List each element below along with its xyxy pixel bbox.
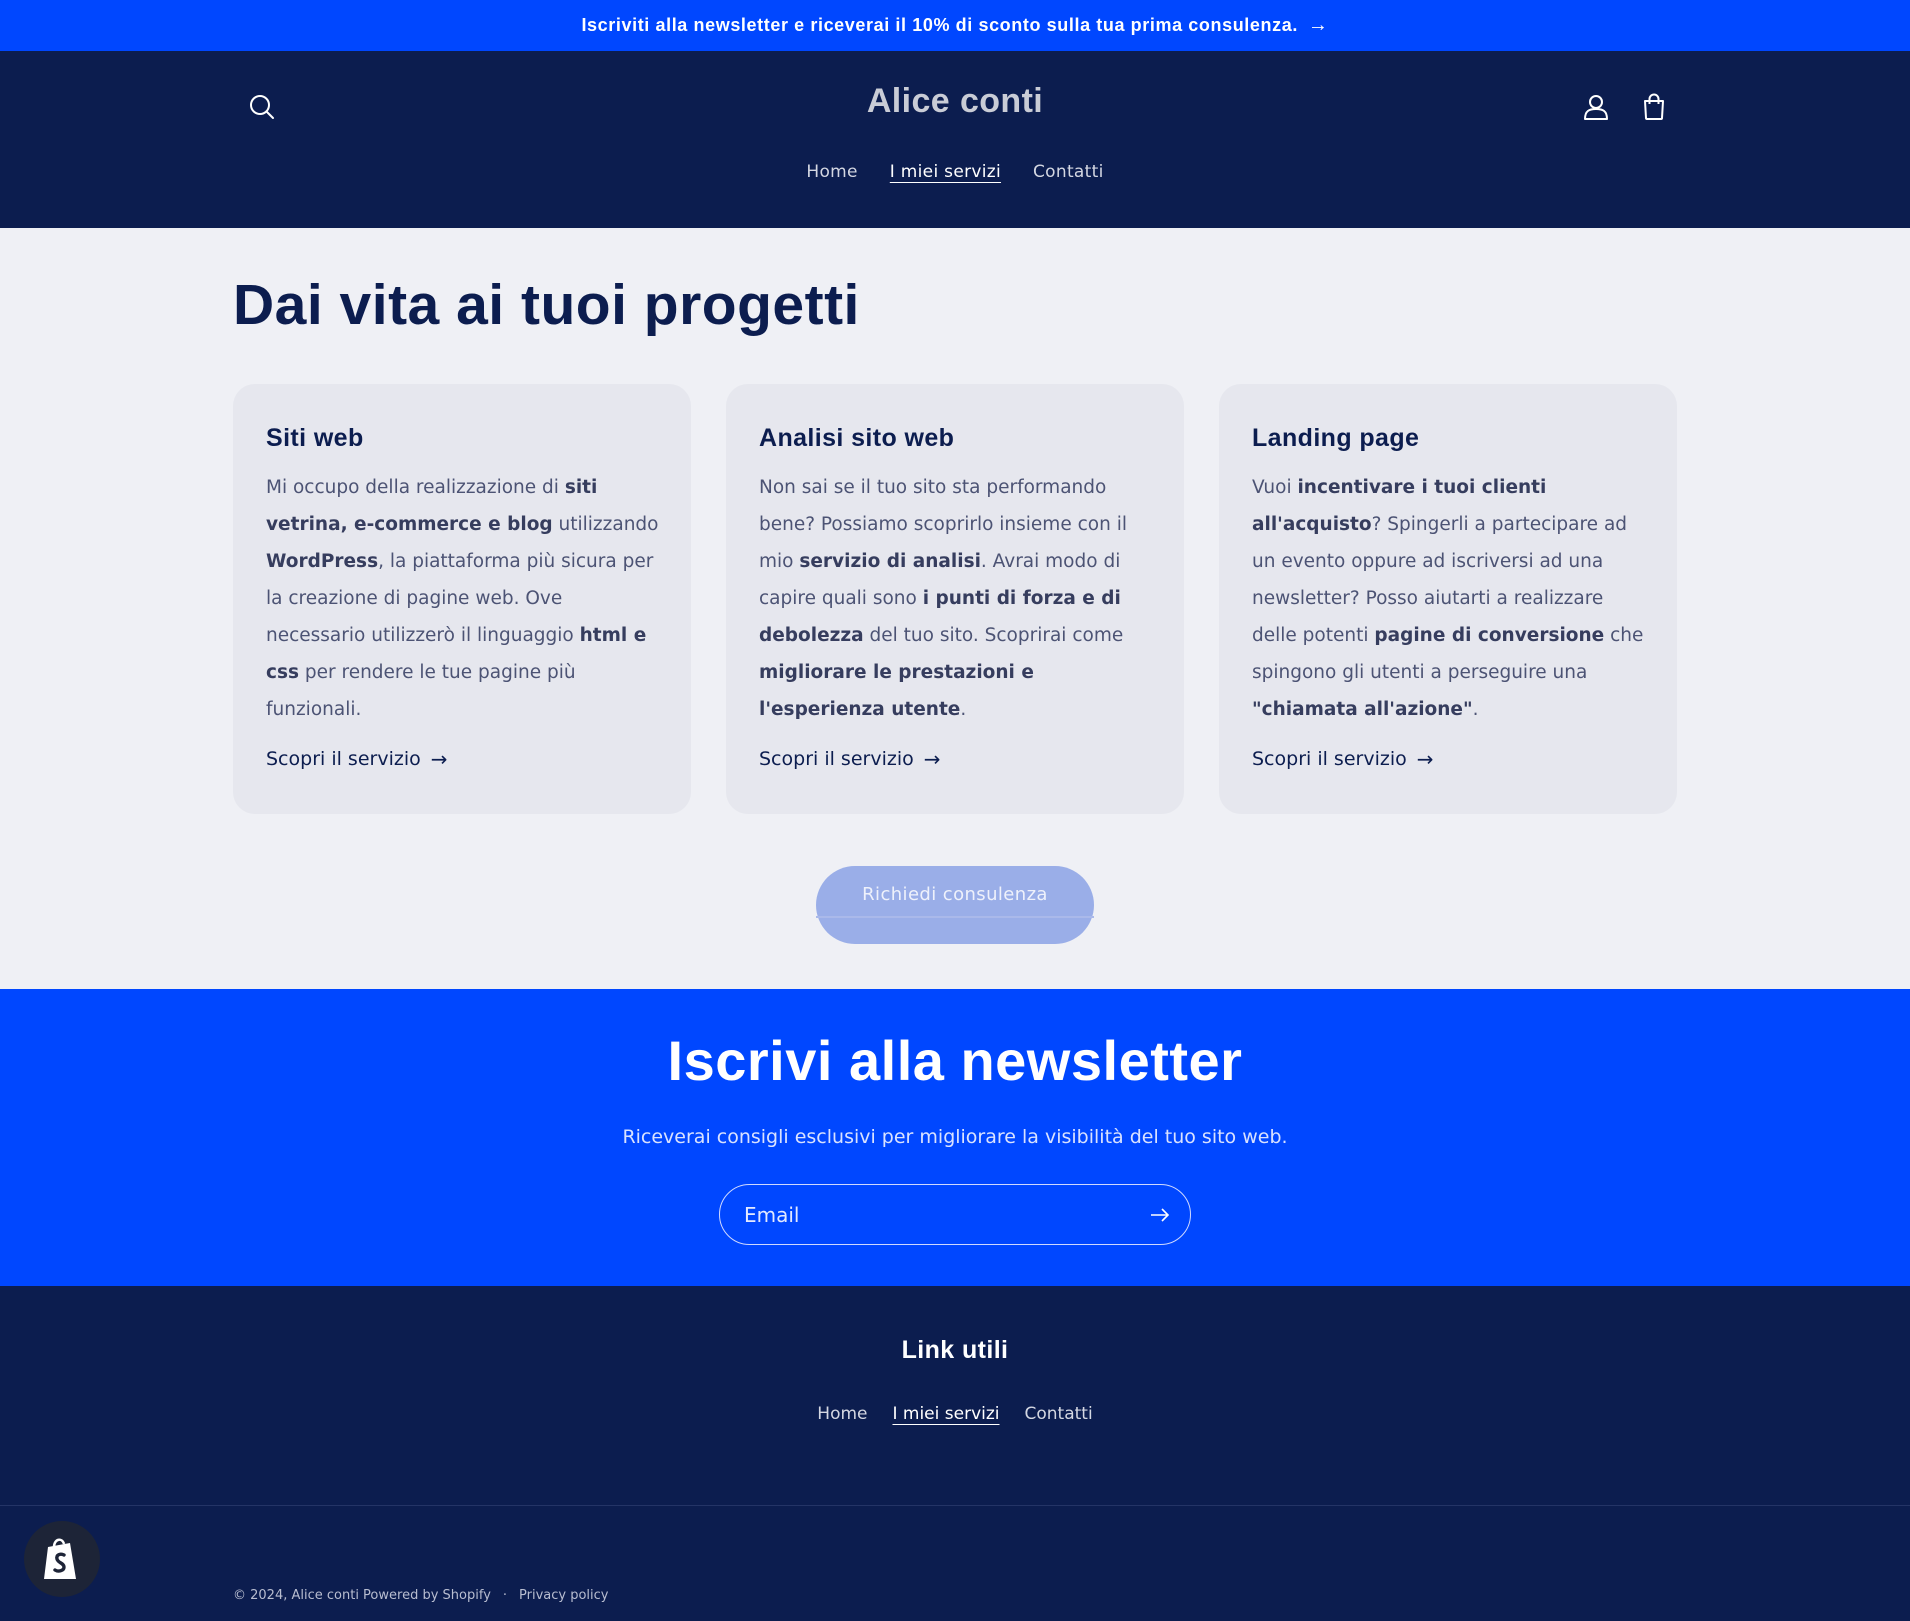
copyright: © 2024, Alice conti Powered by Shopify ·… xyxy=(233,1588,609,1603)
body-bold-text: migliorare le prestazioni e l'esperienza… xyxy=(759,662,1034,720)
arrow-right-icon: → xyxy=(430,747,448,771)
main-nav: Home I miei servizi Contatti xyxy=(0,162,1910,182)
nav-contatti[interactable]: Contatti xyxy=(1033,162,1104,182)
footer-nav: Home I miei servizi Contatti xyxy=(0,1404,1910,1424)
card-body: Non sai se il tuo sito sta performando b… xyxy=(759,469,1154,728)
link-label: Scopri il servizio xyxy=(1252,748,1407,770)
account-icon[interactable] xyxy=(1578,89,1614,125)
arrow-right-icon: → xyxy=(1307,14,1329,36)
newsletter-title: Iscrivi alla newsletter xyxy=(667,1029,1243,1092)
body-bold-text: pagine di conversione xyxy=(1374,625,1605,646)
body-bold-text: servizio di analisi xyxy=(799,551,981,572)
nav-servizi[interactable]: I miei servizi xyxy=(890,162,1001,182)
footer-nav-contatti[interactable]: Contatti xyxy=(1025,1404,1093,1424)
arrow-right-icon: → xyxy=(923,747,941,771)
footer-title: Link utili xyxy=(901,1336,1009,1364)
body-text: Vuoi xyxy=(1252,477,1298,498)
separator: · xyxy=(502,1588,508,1603)
site-footer: Link utili Home I miei servizi Contatti … xyxy=(0,1286,1910,1621)
privacy-policy-link[interactable]: Privacy policy xyxy=(519,1588,608,1603)
scopri-servizio-link[interactable]: Scopri il servizio → xyxy=(1252,747,1433,771)
service-card-analisi: Analisi sito web Non sai se il tuo sito … xyxy=(726,384,1184,814)
body-bold-text: WordPress xyxy=(266,551,379,572)
body-text: utilizzando xyxy=(552,514,659,535)
service-card-siti-web: Siti web Mi occupo della realizzazione d… xyxy=(233,384,691,814)
body-text: del tuo sito. Scoprirai come xyxy=(863,625,1124,646)
link-label: Scopri il servizio xyxy=(759,748,914,770)
page-title: Dai vita ai tuoi progetti xyxy=(233,273,860,337)
card-body: Mi occupo della realizzazione di siti ve… xyxy=(266,469,661,728)
body-text: . xyxy=(960,699,967,720)
arrow-right-icon: → xyxy=(1416,747,1434,771)
service-card-landing: Landing page Vuoi incentivare i tuoi cli… xyxy=(1219,384,1677,814)
body-text: per rendere le tue pagine più funzionali… xyxy=(266,662,576,720)
body-bold-text: "chiamata all'azione" xyxy=(1252,699,1473,720)
link-label: Scopri il servizio xyxy=(266,748,421,770)
footer-nav-home[interactable]: Home xyxy=(817,1404,867,1424)
card-body: Vuoi incentivare i tuoi clienti all'acqu… xyxy=(1252,469,1647,728)
richiedi-consulenza-button[interactable]: Richiedi consulenza xyxy=(816,866,1094,944)
shopify-logo-icon xyxy=(44,1538,76,1579)
cart-icon[interactable] xyxy=(1636,89,1672,125)
site-logo: Alice conti xyxy=(0,82,1910,121)
card-title: Landing page xyxy=(1252,424,1420,452)
newsletter-subtitle: Riceverai consigli esclusivi per miglior… xyxy=(622,1126,1288,1148)
body-text: . xyxy=(1472,699,1479,720)
card-title: Analisi sito web xyxy=(759,424,955,452)
scopri-servizio-link[interactable]: Scopri il servizio → xyxy=(266,747,447,771)
submit-arrow-icon[interactable] xyxy=(1148,1203,1172,1227)
footer-nav-servizi[interactable]: I miei servizi xyxy=(892,1404,999,1424)
site-header: Alice conti Home I miei servizi Contatti xyxy=(0,51,1910,228)
email-input[interactable] xyxy=(744,1195,1124,1235)
email-form xyxy=(719,1184,1191,1245)
body-text: Mi occupo della realizzazione di xyxy=(266,477,565,498)
card-title: Siti web xyxy=(266,424,364,452)
newsletter-section: Iscrivi alla newsletter Riceverai consig… xyxy=(0,989,1910,1286)
nav-home[interactable]: Home xyxy=(806,162,857,182)
announcement-text[interactable]: Iscriviti alla newsletter e riceverai il… xyxy=(581,15,1297,36)
footer-divider xyxy=(0,1505,1910,1506)
announcement-bar[interactable]: Iscriviti alla newsletter e riceverai il… xyxy=(0,0,1910,51)
shopify-bag-icon[interactable] xyxy=(24,1521,100,1597)
scopri-servizio-link[interactable]: Scopri il servizio → xyxy=(759,747,940,771)
copyright-text[interactable]: © 2024, Alice conti Powered by Shopify xyxy=(233,1588,491,1603)
logo-link[interactable]: Alice conti xyxy=(867,82,1043,120)
